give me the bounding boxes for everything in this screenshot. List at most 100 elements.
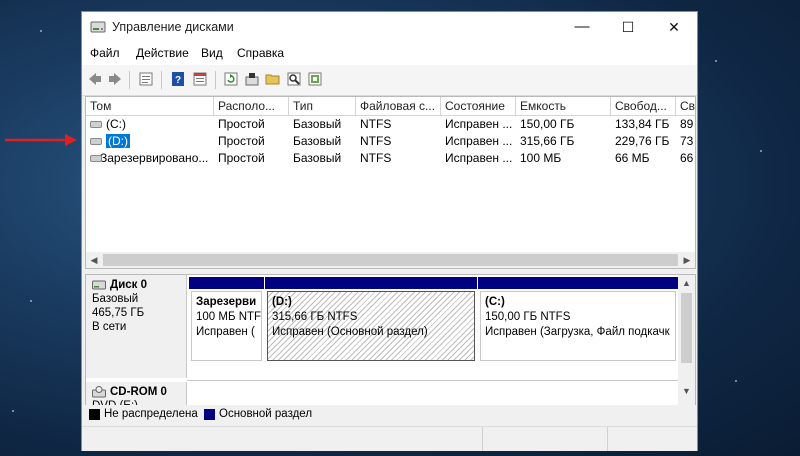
volume-name: (D:) <box>105 133 131 149</box>
minimize-button[interactable]: — <box>559 12 605 43</box>
horizontal-scrollbar[interactable]: ◀ ▶ <box>86 252 695 268</box>
free-percent-cell: 73 <box>680 134 694 148</box>
disk-0-label[interactable]: Диск 0 Базовый 465,75 ГБ В сети <box>86 275 187 378</box>
help-icon[interactable]: ? <box>170 71 186 87</box>
free-percent-cell: 66 <box>680 151 694 165</box>
partition-title: (C:) <box>485 296 505 308</box>
refresh-icon[interactable] <box>223 71 239 87</box>
table-row[interactable]: Зарезервировано... Простой Базовый NTFS … <box>86 150 695 167</box>
type-cell: Базовый <box>293 117 342 131</box>
volume-name-cell: Зарезервировано... <box>86 150 214 167</box>
column-header-capacity[interactable]: Емкость <box>516 97 611 115</box>
column-header-free[interactable]: Свобод... <box>611 97 676 115</box>
scroll-left-icon[interactable]: ◀ <box>86 252 102 268</box>
status-cell <box>482 427 608 451</box>
title-bar[interactable]: Управление дисками — ☐ ✕ <box>82 12 697 43</box>
free-cell: 229,76 ГБ <box>615 134 670 148</box>
type-cell: Базовый <box>293 151 342 165</box>
column-header-layout[interactable]: Располо... <box>214 97 289 115</box>
background-star <box>40 30 42 32</box>
disk-management-icon <box>90 21 106 33</box>
explore-icon[interactable] <box>286 71 302 87</box>
layout-cell: Простой <box>218 134 265 148</box>
rescan-icon[interactable] <box>307 71 323 87</box>
filesystem-cell: NTFS <box>360 117 392 131</box>
list-view-icon[interactable] <box>192 71 208 87</box>
volume-name-cell: (D:) <box>86 133 214 150</box>
background-star <box>760 150 762 152</box>
partition-c[interactable]: (C:) 150,00 ГБ NTFS Исправен (Загрузка, … <box>478 277 678 363</box>
capacity-cell: 315,66 ГБ <box>520 134 575 148</box>
disk-status: В сети <box>92 321 127 333</box>
free-percent-cell: 89 <box>680 117 694 131</box>
free-cell: 66 МБ <box>615 151 650 165</box>
partition-size: 315,66 ГБ NTFS <box>272 311 358 323</box>
scroll-up-icon[interactable]: ▲ <box>678 275 695 291</box>
partition-status: Исправен (Загрузка, Файл подкачк <box>485 326 670 338</box>
background-star <box>735 380 737 382</box>
volume-list-header: Том Располо... Тип Файловая с... Состоян… <box>86 97 695 116</box>
toolbar-separator <box>161 71 162 89</box>
column-header-status[interactable]: Состояние <box>441 97 516 115</box>
column-header-type[interactable]: Тип <box>289 97 356 115</box>
status-cell: Исправен ... <box>445 151 513 165</box>
disk-divider <box>187 380 678 381</box>
partition-bar <box>478 277 678 289</box>
status-cell <box>607 427 696 451</box>
menu-action[interactable]: Действие <box>136 46 189 60</box>
hard-disk-icon <box>92 280 106 290</box>
menu-bar: Файл Действие Вид Справка <box>82 43 697 65</box>
close-button[interactable]: ✕ <box>651 12 697 43</box>
disk-properties-icon[interactable] <box>244 71 260 87</box>
capacity-cell: 100 МБ <box>520 151 562 165</box>
capacity-cell: 150,00 ГБ <box>520 117 575 131</box>
legend-primary-label: Основной раздел <box>219 408 313 420</box>
column-header-volume[interactable]: Том <box>86 97 214 115</box>
open-folder-icon[interactable] <box>265 71 281 87</box>
toolbar-separator <box>129 71 130 89</box>
partition-status: Исправен ( <box>196 326 255 338</box>
drive-icon <box>90 155 102 162</box>
vertical-scrollbar[interactable]: ▲ ▼ <box>678 275 695 421</box>
scroll-right-icon[interactable]: ▶ <box>679 252 695 268</box>
disk-graphical-view: Диск 0 Базовый 465,75 ГБ В сети Зарезерв… <box>85 274 696 422</box>
volume-name: Зарезервировано... <box>100 151 209 165</box>
menu-view[interactable]: Вид <box>201 46 223 60</box>
background-star <box>12 410 14 412</box>
back-icon[interactable] <box>87 71 103 87</box>
partition-bar <box>265 277 477 289</box>
svg-text:?: ? <box>175 75 181 86</box>
partition-title: (D:) <box>272 296 292 308</box>
maximize-button[interactable]: ☐ <box>605 12 651 43</box>
cdrom-name: CD-ROM 0 <box>110 386 167 398</box>
partition-reserved[interactable]: Зарезерви 100 МБ NTFS Исправен ( <box>189 277 264 363</box>
properties-icon[interactable] <box>138 71 154 87</box>
column-header-filesystem[interactable]: Файловая с... <box>356 97 441 115</box>
partition-d[interactable]: (D:) 315,66 ГБ NTFS Исправен (Основной р… <box>265 277 477 363</box>
partition-bar <box>189 277 264 289</box>
partition-title: Зарезерви <box>196 296 257 308</box>
menu-help[interactable]: Справка <box>237 46 284 60</box>
partition-body: (C:) 150,00 ГБ NTFS Исправен (Загрузка, … <box>480 291 676 361</box>
toolbar-separator <box>215 71 216 89</box>
partition-body: Зарезерви 100 МБ NTFS Исправен ( <box>191 291 262 361</box>
table-row[interactable]: (C:) Простой Базовый NTFS Исправен ... 1… <box>86 116 695 133</box>
disk-size: 465,75 ГБ <box>92 307 145 319</box>
table-row-selected[interactable]: (D:) Простой Базовый NTFS Исправен ... 3… <box>86 133 695 150</box>
menu-file[interactable]: Файл <box>90 46 120 60</box>
legend-unallocated-label: Не распределена <box>104 408 198 420</box>
scrollbar-thumb[interactable] <box>681 293 692 363</box>
volume-name-cell: (C:) <box>86 116 214 133</box>
scrollbar-thumb[interactable] <box>103 254 678 266</box>
window-title: Управление дисками <box>112 20 234 34</box>
background-star <box>30 300 32 302</box>
volume-name: (C:) <box>106 117 126 131</box>
scroll-down-icon[interactable]: ▼ <box>678 383 695 399</box>
filesystem-cell: NTFS <box>360 134 392 148</box>
cdrom-icon <box>92 386 106 398</box>
toolbar: ? <box>82 65 697 96</box>
layout-cell: Простой <box>218 117 265 131</box>
forward-icon[interactable] <box>107 71 123 87</box>
partition-size: 150,00 ГБ NTFS <box>485 311 571 323</box>
column-header-free-percent[interactable]: Св <box>676 97 695 115</box>
